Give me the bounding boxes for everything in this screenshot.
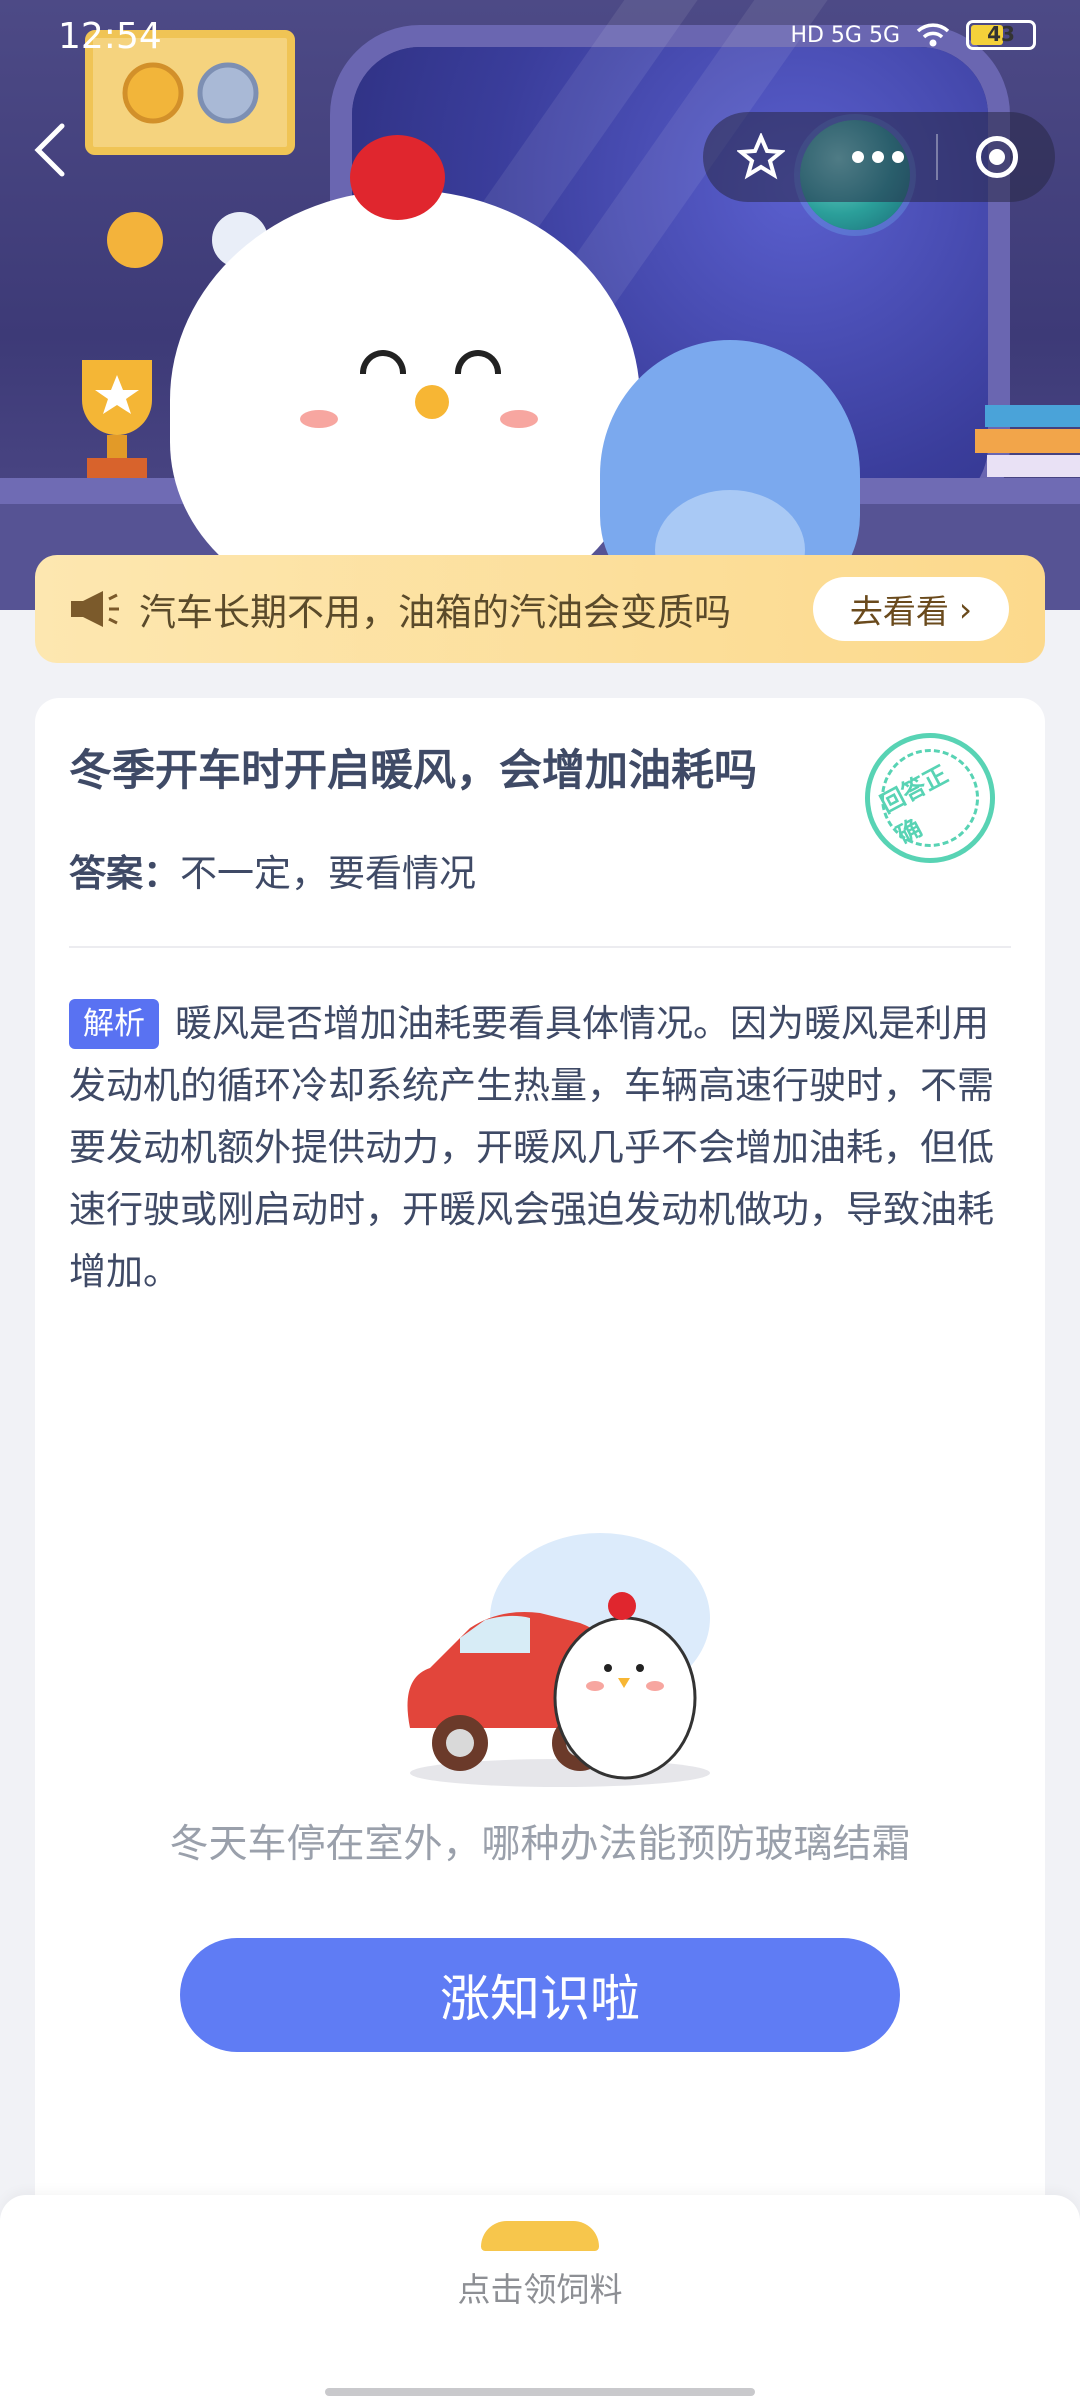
- explanation-text: 暖风是否增加油耗要看具体情况。因为暖风是利用发动机的循环冷却系统产生热量，车辆高…: [69, 1002, 994, 1293]
- claim-feed-panel[interactable]: 点击领饲料: [0, 2195, 1080, 2400]
- explanation-tag: 解析: [69, 999, 159, 1049]
- top-action-capsule: [703, 112, 1055, 202]
- status-bar: 12:54 HD 5G 5G 43: [0, 0, 1080, 84]
- question-title: 冬季开车时开启暖风，会增加油耗吗: [69, 746, 757, 796]
- megaphone-icon: [71, 591, 119, 627]
- go-see-button[interactable]: 去看看 ›: [813, 577, 1009, 641]
- next-question-text: 冬天车停在室外，哪种办法能预防玻璃结霜: [169, 1822, 911, 1867]
- answer-card: 冬季开车时开启暖风，会增加油耗吗 答案：不一定，要看情况 回答正确 解析 暖风是否…: [35, 698, 1045, 2258]
- answer-line: 答案：不一定，要看情况: [69, 843, 476, 897]
- battery-icon: 43: [966, 20, 1036, 50]
- battery-level: 43: [987, 22, 1015, 46]
- back-button[interactable]: [30, 120, 90, 180]
- ellipsis-icon: [852, 151, 904, 163]
- answer-value: 不一定，要看情况: [180, 852, 476, 895]
- car-chicken-illustration: [407, 1533, 710, 1787]
- star-icon: [737, 133, 786, 180]
- books-illustration: [975, 405, 1080, 477]
- trophy-illustration: [82, 360, 152, 480]
- network-indicator: HD 5G 5G: [790, 22, 900, 48]
- chevron-left-icon: [34, 123, 65, 177]
- chevron-right-icon: ›: [958, 589, 973, 629]
- chicken-mascot-illustration: [170, 135, 640, 610]
- wifi-icon: [916, 23, 950, 47]
- learn-more-button[interactable]: 涨知识啦: [180, 1938, 900, 2052]
- stamp-text: 回答正确: [875, 760, 953, 850]
- banner-illustration: [0, 0, 1080, 610]
- close-miniapp-button[interactable]: [938, 112, 1055, 202]
- divider: [69, 946, 1011, 948]
- related-question-notice[interactable]: 汽车长期不用，油箱的汽油会变质吗 去看看 ›: [35, 555, 1045, 663]
- favorite-button[interactable]: [703, 112, 820, 202]
- status-time: 12:54: [58, 16, 162, 57]
- notice-text: 汽车长期不用，油箱的汽油会变质吗: [139, 591, 731, 634]
- go-see-label: 去看看: [849, 592, 949, 631]
- claim-feed-label: 点击领饲料: [457, 2270, 623, 2309]
- record-icon: [975, 136, 1018, 178]
- more-button[interactable]: [820, 112, 937, 202]
- feed-bowl-icon: [481, 2221, 599, 2251]
- answer-label: 答案：: [69, 852, 180, 895]
- learn-more-label: 涨知识啦: [440, 1970, 640, 2028]
- explanation: 解析 暖风是否增加油耗要看具体情况。因为暖风是利用发动机的循环冷却系统产生热量，车…: [69, 993, 1019, 1303]
- home-indicator[interactable]: [325, 2388, 755, 2396]
